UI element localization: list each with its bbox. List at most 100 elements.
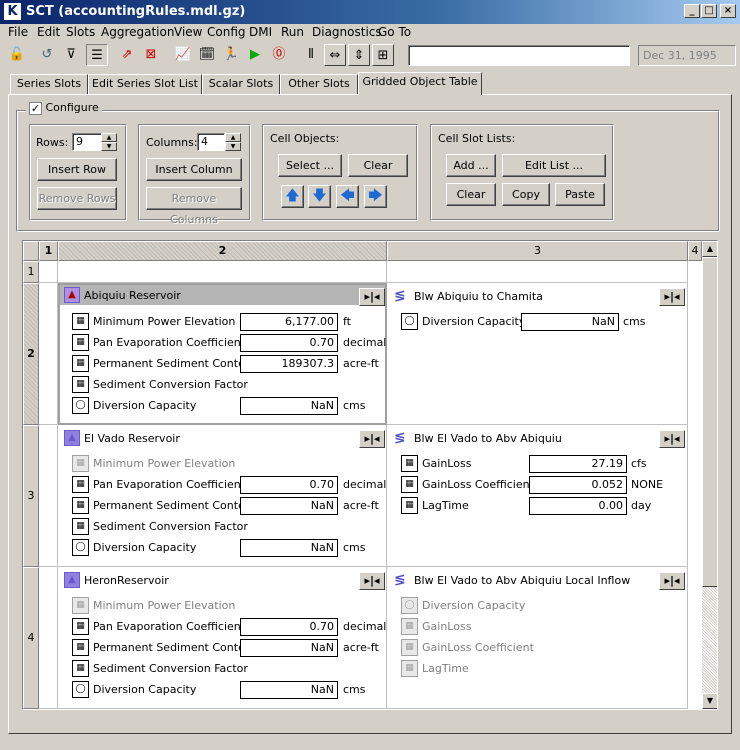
row-header-3[interactable]: 3 — [23, 425, 39, 567]
row-header-1[interactable]: 1 — [23, 261, 39, 283]
menu-dmi[interactable]: DMI — [249, 25, 272, 39]
insert-row-button[interactable]: Insert Row — [37, 158, 117, 181]
copy-button[interactable]: Copy — [502, 183, 550, 206]
slot-value[interactable]: NaN — [240, 397, 338, 415]
slot-value[interactable]: 0.052 — [529, 476, 627, 494]
slot-label[interactable]: Permanent Sediment Content — [93, 497, 256, 514]
remove-columns-button[interactable]: Remove Columns — [146, 187, 242, 226]
object-name[interactable]: Blw El Vado to Abv Abiquiu — [414, 431, 562, 447]
open-object-button[interactable]: ▸|◂ — [359, 430, 385, 448]
grid-cell[interactable] — [58, 261, 387, 283]
insert-column-button[interactable]: Insert Column — [146, 158, 242, 181]
menu-run[interactable]: Run — [281, 25, 304, 39]
slot-value[interactable]: 0.70 — [240, 618, 338, 636]
columns-down-icon[interactable]: ▼ — [225, 142, 241, 151]
object-name[interactable]: Abiquiu Reservoir — [84, 288, 181, 304]
columns-icon[interactable]: ⦀ — [300, 44, 322, 66]
slot-value[interactable]: 6,177.00 — [240, 313, 338, 331]
edit-list-button[interactable]: Edit List ... — [502, 154, 606, 177]
grid-cell[interactable] — [39, 425, 58, 567]
col-header-4[interactable]: 4 — [688, 241, 702, 261]
export-icon[interactable]: ⇗ — [116, 44, 138, 66]
move-up-icon[interactable]: 🡅 — [281, 185, 304, 208]
tab-series-slots[interactable]: Series Slots — [10, 74, 88, 94]
paste-button[interactable]: Paste — [555, 183, 605, 206]
slot-label[interactable]: Sediment Conversion Factor — [93, 518, 248, 535]
filter-icon[interactable]: ⊽ — [60, 44, 82, 66]
scroll-down-icon[interactable]: ▼ — [702, 693, 717, 709]
slot-value[interactable]: NaN — [240, 639, 338, 657]
lock-icon[interactable]: 🔓 — [6, 44, 28, 66]
refresh-icon[interactable]: ↺ — [36, 44, 58, 66]
slot-label[interactable]: Diversion Capacity — [422, 313, 525, 330]
menu-view[interactable]: View — [174, 25, 202, 39]
tab-other-slots[interactable]: Other Slots — [280, 74, 358, 94]
slot-value[interactable]: NaN — [240, 539, 338, 557]
stop-icon[interactable]: ⓪ — [268, 44, 290, 66]
rows-down-icon[interactable]: ▼ — [101, 142, 117, 151]
object-name[interactable]: El Vado Reservoir — [84, 431, 180, 447]
slot-label[interactable]: GainLoss Coefficient — [422, 639, 534, 656]
slot-label[interactable]: Sediment Conversion Factor — [93, 660, 248, 677]
run-figure-icon[interactable]: 🏃 — [220, 44, 242, 66]
plot-icon[interactable]: 📈 — [172, 44, 194, 66]
clear-slot-list-button[interactable]: Clear — [446, 183, 496, 206]
tab-scalar-slots[interactable]: Scalar Slots — [202, 74, 280, 94]
configure-checkbox[interactable]: ✓ — [29, 101, 42, 115]
calculator-icon[interactable]: 🗓 — [196, 44, 218, 66]
delete-icon[interactable]: ⊠ — [140, 44, 162, 66]
tab-edit-series-slot-list[interactable]: Edit Series Slot List — [88, 74, 202, 94]
slot-label[interactable]: Diversion Capacity — [93, 397, 196, 414]
slot-value[interactable]: 189307.3 — [240, 355, 338, 373]
menu-config[interactable]: Config — [207, 25, 246, 39]
object-name[interactable]: Blw El Vado to Abv Abiquiu Local Inflow — [414, 573, 630, 589]
menu-diagnostics[interactable]: Diagnostics — [312, 25, 382, 39]
open-object-button[interactable]: ▸|◂ — [659, 430, 685, 448]
slot-label[interactable]: Diversion Capacity — [93, 539, 196, 556]
remove-rows-button[interactable]: Remove Rows — [37, 187, 117, 210]
slot-label[interactable]: Permanent Sediment Content — [93, 355, 256, 372]
slot-label[interactable]: Diversion Capacity — [422, 597, 525, 614]
open-object-button[interactable]: ▸|◂ — [659, 288, 685, 306]
slot-value[interactable]: NaN — [240, 681, 338, 699]
open-object-button[interactable]: ▸|◂ — [359, 288, 385, 306]
grid-cell[interactable] — [39, 261, 58, 283]
col-header-1[interactable]: 1 — [39, 241, 58, 261]
clear-objects-button[interactable]: Clear — [348, 154, 408, 177]
rows-value[interactable]: 9 — [72, 133, 102, 151]
grid-cell[interactable] — [387, 261, 688, 283]
open-object-button[interactable]: ▸|◂ — [359, 572, 385, 590]
move-right-icon[interactable]: 🡆 — [364, 185, 387, 208]
columns-value[interactable]: 4 — [197, 133, 225, 151]
slot-label[interactable]: Permanent Sediment Content — [93, 639, 256, 656]
slot-label[interactable]: Pan Evaporation Coefficient — [93, 334, 245, 351]
slot-label[interactable]: GainLoss — [422, 455, 471, 472]
scrollbar-thumb[interactable] — [702, 257, 717, 587]
object-name[interactable]: HeronReservoir — [84, 573, 169, 589]
slot-label[interactable]: GainLoss — [422, 618, 471, 635]
play-icon[interactable]: ▶ — [244, 44, 266, 66]
fit-all-icon[interactable]: ⊞ — [372, 44, 394, 66]
menu-goto[interactable]: Go To — [378, 25, 411, 39]
menu-aggregation[interactable]: Aggregation — [101, 25, 174, 39]
slot-value[interactable]: NaN — [240, 497, 338, 515]
slot-label[interactable]: LagTime — [422, 660, 469, 677]
close-button[interactable]: × — [720, 4, 736, 18]
minimize-button[interactable]: _ — [684, 4, 700, 18]
col-header-3[interactable]: 3 — [387, 241, 688, 261]
add-slot-list-button[interactable]: Add ... — [446, 154, 496, 177]
object-name[interactable]: Blw Abiquiu to Chamita — [414, 289, 543, 305]
move-left-icon[interactable]: 🡄 — [336, 185, 359, 208]
slot-value[interactable]: 27.19 — [529, 455, 627, 473]
slot-label[interactable]: GainLoss Coefficient — [422, 476, 534, 493]
list-view-icon[interactable]: ☰ — [86, 44, 108, 66]
slot-value[interactable]: 0.70 — [240, 334, 338, 352]
tab-gridded-object-table[interactable]: Gridded Object Table — [358, 72, 482, 95]
grid-cell[interactable] — [39, 283, 58, 425]
slot-label[interactable]: Minimum Power Elevation — [93, 597, 235, 614]
rows-up-icon[interactable]: ▲ — [101, 133, 117, 142]
slot-label[interactable]: Pan Evaporation Coefficient — [93, 618, 245, 635]
slot-label[interactable]: LagTime — [422, 497, 469, 514]
menu-edit[interactable]: Edit — [37, 25, 60, 39]
slot-label[interactable]: Minimum Power Elevation — [93, 455, 235, 472]
